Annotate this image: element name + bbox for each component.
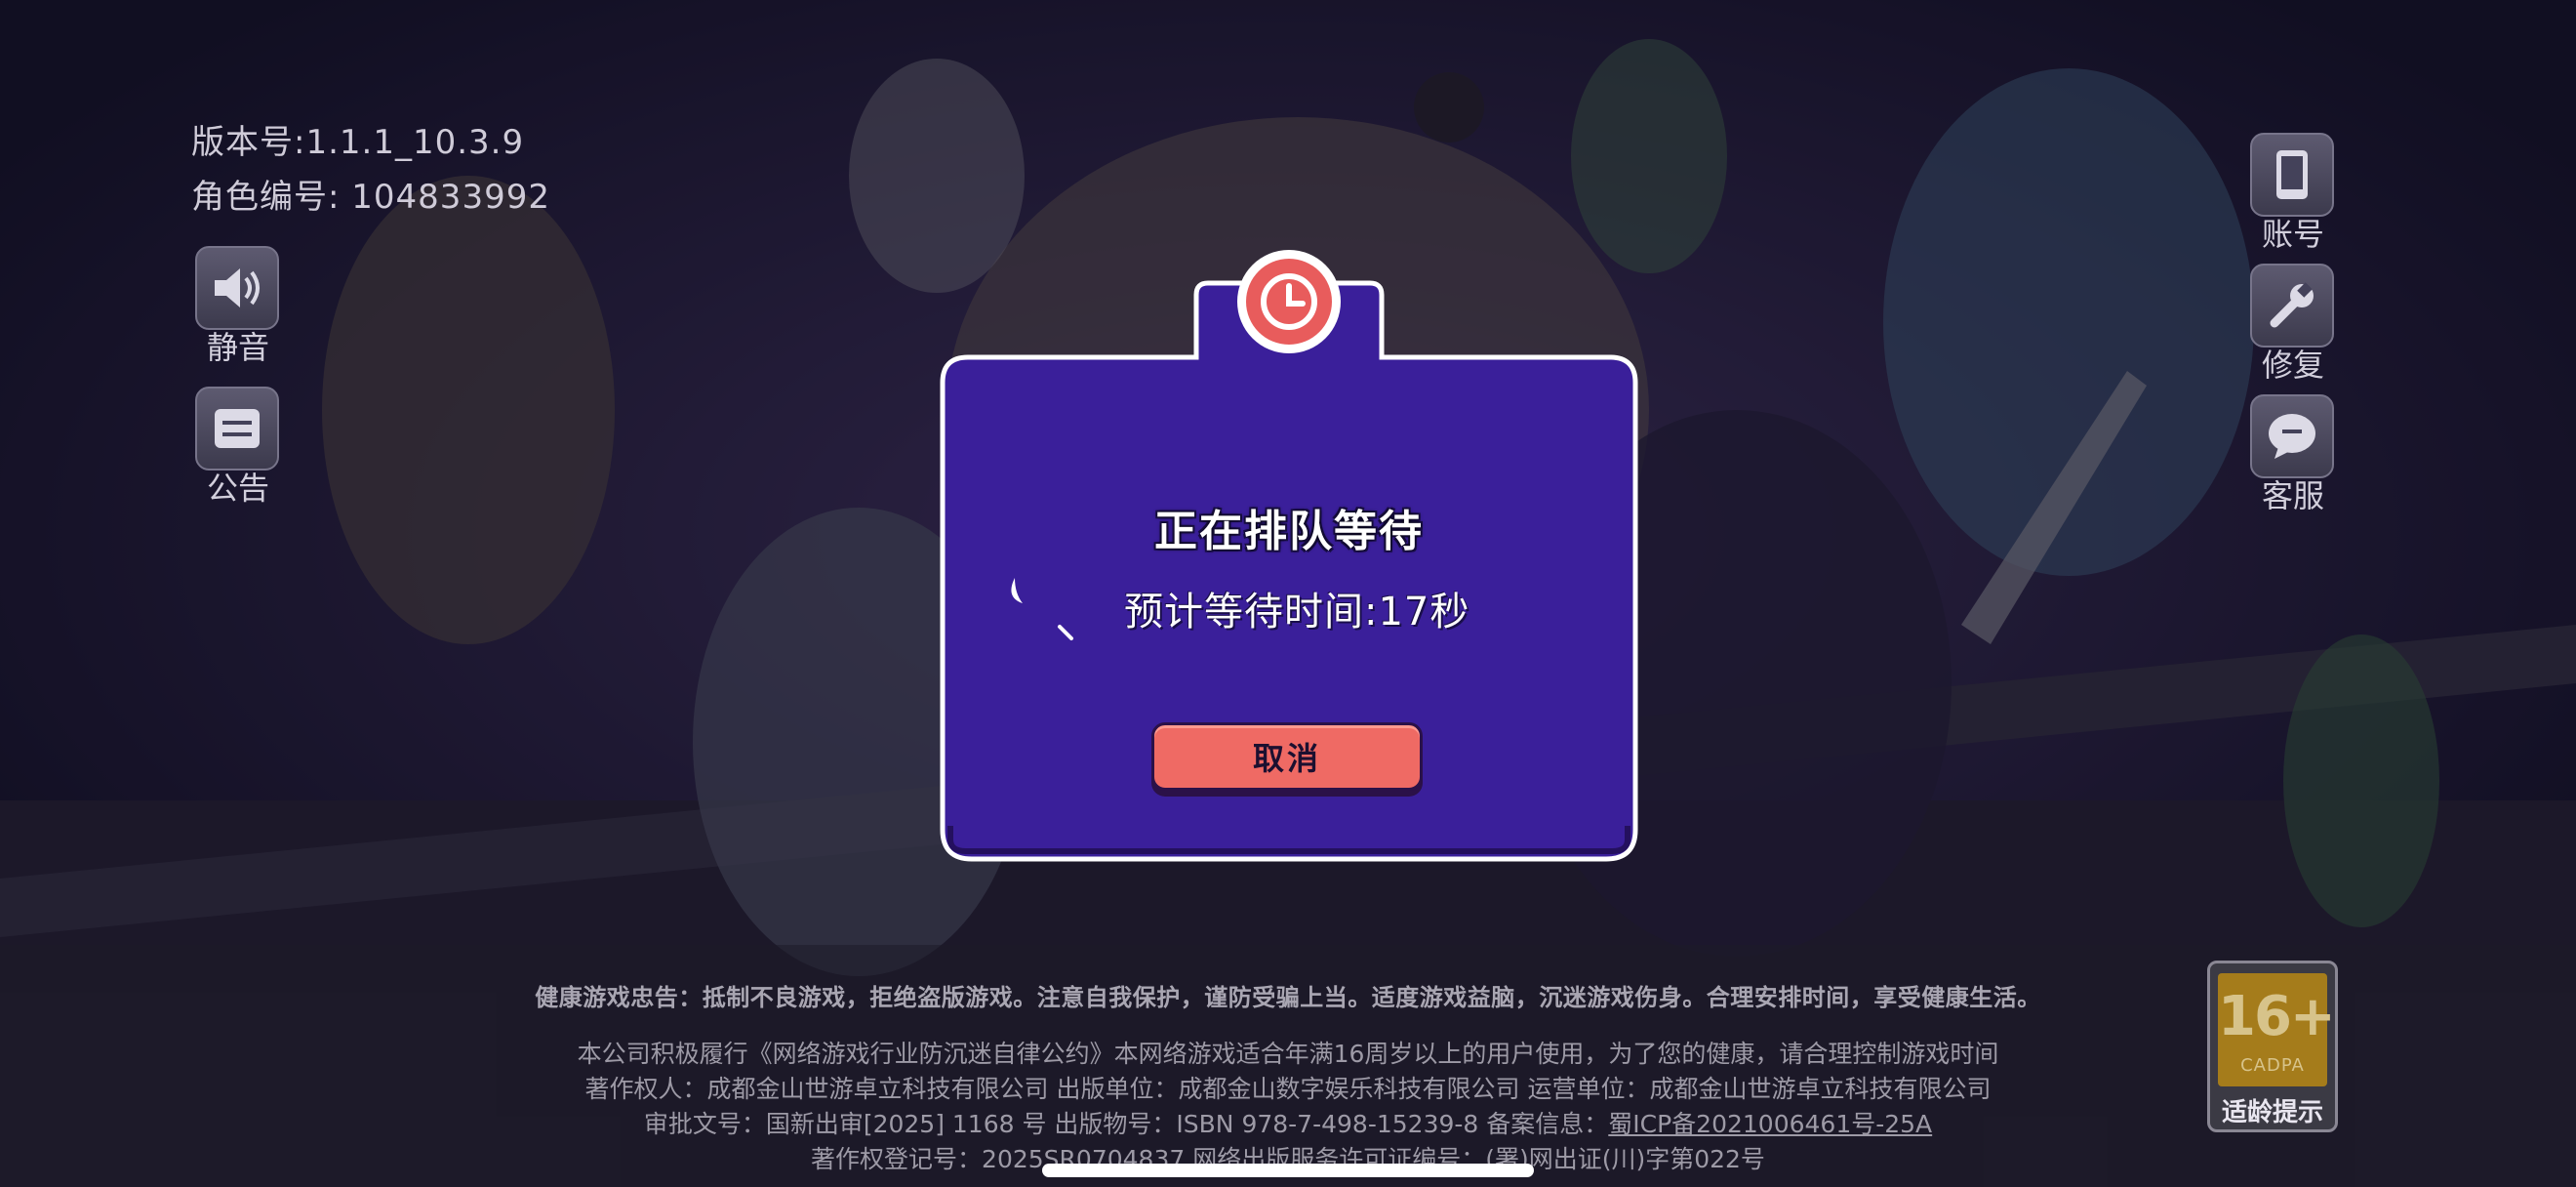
dialog-title: 正在排队等待 bbox=[1154, 507, 1424, 556]
role-value: 104833992 bbox=[351, 178, 550, 217]
loading-spinner-icon bbox=[1011, 578, 1073, 640]
health-notice: 健康游戏忠告：抵制不良游戏，拒绝盗版游戏。注意自我保护，谨防受骗上当。适度游戏益… bbox=[535, 984, 2041, 1011]
legal-line-3: 审批文号：国新出审[2025] 1168 号 出版物号：ISBN 978-7-4… bbox=[0, 1105, 2576, 1140]
age-rating-badge[interactable]: 16+ CADPA 适龄提示 bbox=[2207, 961, 2338, 1132]
age-value: 16+ bbox=[2218, 985, 2336, 1048]
game-info: 版本号:1.1.1_10.3.9 角色编号: 104833992 bbox=[191, 115, 550, 225]
queue-dialog: 正在排队等待 预计等待时间:17秒 取消 bbox=[939, 244, 1639, 865]
home-indicator[interactable] bbox=[1042, 1164, 1534, 1177]
notice-icon bbox=[215, 409, 260, 448]
version-value: 1.1.1_10.3.9 bbox=[305, 123, 525, 162]
support-button-frame[interactable] bbox=[2250, 394, 2334, 478]
clock-badge bbox=[1237, 250, 1341, 353]
repair-label: 修复 bbox=[2261, 347, 2324, 384]
age-tip: 适龄提示 bbox=[2221, 1098, 2323, 1127]
mute-label: 静音 bbox=[206, 329, 269, 366]
legal-line-2: 著作权人：成都金山世游卓立科技有限公司 出版单位：成都金山数字娱乐科技有限公司 … bbox=[584, 1075, 1992, 1103]
chat-bubble-icon bbox=[2269, 414, 2315, 459]
cancel-button[interactable]: 取消 bbox=[1151, 722, 1423, 791]
repair-button[interactable]: 修复 bbox=[2250, 264, 2336, 385]
icp-link[interactable]: 蜀ICP备2021006461号-25A bbox=[1608, 1110, 1932, 1138]
support-label: 客服 bbox=[2261, 477, 2324, 514]
repair-button-frame[interactable] bbox=[2250, 264, 2334, 348]
notice-label: 公告 bbox=[206, 470, 269, 507]
clock-icon bbox=[1261, 273, 1317, 330]
wait-time-text: 预计等待时间:17秒 bbox=[1124, 590, 1470, 634]
version-row: 版本号:1.1.1_10.3.9 bbox=[191, 115, 550, 170]
support-button[interactable]: 客服 bbox=[2250, 394, 2336, 515]
version-label: 版本号: bbox=[191, 123, 306, 162]
legal-line-1: 本公司积极履行《网络游戏行业防沉迷自律公约》本网络游戏适合年满16周岁以上的用户… bbox=[577, 1040, 1999, 1068]
notice-button-frame[interactable] bbox=[195, 387, 279, 471]
account-button[interactable]: 账号 bbox=[2250, 133, 2336, 254]
phone-icon bbox=[2276, 150, 2308, 199]
role-label: 角色编号: bbox=[191, 178, 341, 217]
role-row: 角色编号: 104833992 bbox=[191, 170, 550, 225]
notice-button[interactable]: 公告 bbox=[195, 387, 281, 508]
mute-button-frame[interactable] bbox=[195, 246, 279, 330]
speaker-icon bbox=[215, 268, 260, 307]
age-org: CADPA bbox=[2240, 1055, 2305, 1076]
wrench-icon bbox=[2270, 282, 2314, 328]
account-button-frame[interactable] bbox=[2250, 133, 2334, 217]
account-label: 账号 bbox=[2261, 216, 2324, 253]
cadpa-logo: 16+ CADPA bbox=[2218, 973, 2336, 1086]
approval-info: 审批文号：国新出审[2025] 1168 号 出版物号：ISBN 978-7-4… bbox=[643, 1110, 1609, 1138]
mute-button[interactable]: 静音 bbox=[195, 246, 281, 367]
